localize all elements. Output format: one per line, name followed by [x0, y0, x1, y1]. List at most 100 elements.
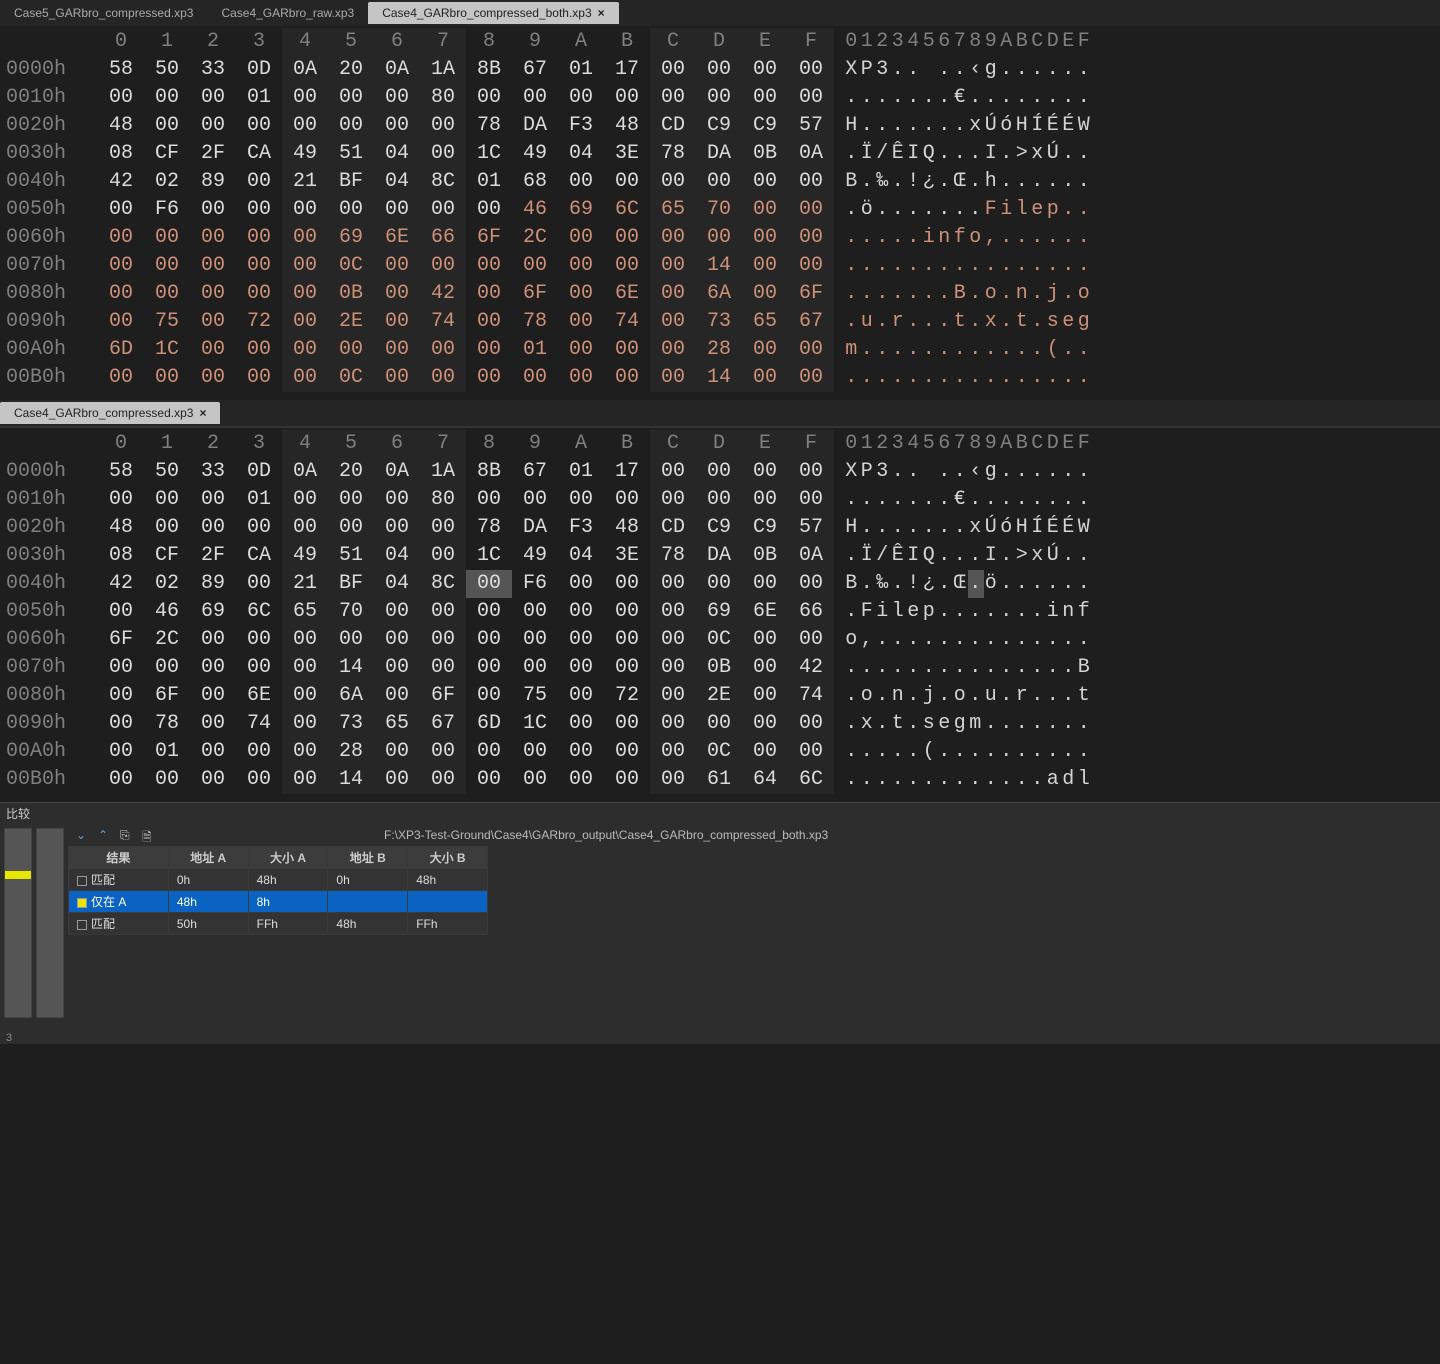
ascii-char[interactable]: . — [844, 738, 860, 766]
ascii-char[interactable]: d — [1061, 766, 1077, 794]
ascii-char[interactable]: . — [953, 112, 969, 140]
ascii-char[interactable]: . — [860, 514, 876, 542]
hex-byte[interactable]: 00 — [420, 364, 466, 392]
hex-byte[interactable]: 00 — [558, 252, 604, 280]
ascii-char[interactable]: . — [999, 84, 1015, 112]
hex-byte[interactable]: 00 — [374, 514, 420, 542]
ascii-char[interactable]: . — [875, 654, 891, 682]
ascii-char[interactable]: . — [999, 308, 1015, 336]
hex-byte[interactable]: 00 — [374, 336, 420, 364]
hex-byte[interactable]: 00 — [788, 486, 834, 514]
ascii-char[interactable]: . — [953, 364, 969, 392]
hex-byte[interactable]: 00 — [604, 570, 650, 598]
ascii-char[interactable]: . — [1030, 486, 1046, 514]
hex-byte[interactable]: 1C — [466, 140, 512, 168]
tab[interactable]: Case4_GARbro_compressed_both.xp3× — [368, 2, 618, 24]
hex-byte[interactable]: 00 — [512, 626, 558, 654]
hex-byte[interactable]: 57 — [788, 514, 834, 542]
ascii-char[interactable]: . — [875, 710, 891, 738]
hex-byte[interactable]: 00 — [328, 514, 374, 542]
hex-byte[interactable]: 74 — [788, 682, 834, 710]
hex-byte[interactable]: 00 — [558, 336, 604, 364]
compare-col-header[interactable]: 地址 B — [328, 847, 408, 869]
ascii-char[interactable]: x — [984, 308, 1000, 336]
hex-byte[interactable]: 42 — [98, 168, 144, 196]
ascii-char[interactable]: . — [1077, 710, 1093, 738]
hex-byte[interactable]: 69 — [696, 598, 742, 626]
ascii-char[interactable]: . — [844, 598, 860, 626]
ascii-char[interactable]: . — [1046, 682, 1062, 710]
hex-byte[interactable]: 48 — [604, 112, 650, 140]
ascii-char[interactable]: É — [1061, 112, 1077, 140]
ascii-char[interactable]: . — [937, 458, 953, 486]
hex-byte[interactable]: 65 — [282, 598, 328, 626]
hex-byte[interactable]: 00 — [374, 598, 420, 626]
hex-byte[interactable]: 6A — [328, 682, 374, 710]
ascii-char[interactable]: . — [1077, 196, 1093, 224]
ascii-char[interactable]: I — [984, 140, 1000, 168]
ascii-char[interactable]: . — [1061, 682, 1077, 710]
hex-byte[interactable]: 20 — [328, 458, 374, 486]
hex-byte[interactable]: 70 — [696, 196, 742, 224]
ascii-char[interactable]: . — [968, 486, 984, 514]
hex-byte[interactable]: 00 — [98, 738, 144, 766]
hex-byte[interactable]: 00 — [604, 766, 650, 794]
hex-byte[interactable]: 00 — [604, 364, 650, 392]
hex-byte[interactable]: 04 — [558, 542, 604, 570]
hex-byte[interactable]: 00 — [650, 626, 696, 654]
hex-byte[interactable]: 00 — [604, 654, 650, 682]
hex-byte[interactable]: 00 — [98, 224, 144, 252]
hex-row[interactable]: 0000h5850330D0A200A1A8B67011700000000XP3… — [6, 458, 1434, 486]
ascii-char[interactable]: . — [953, 458, 969, 486]
ascii-char[interactable]: . — [999, 280, 1015, 308]
hex-byte[interactable]: 67 — [420, 710, 466, 738]
ascii-char[interactable]: e — [937, 710, 953, 738]
hex-byte[interactable]: 00 — [236, 654, 282, 682]
hex-byte[interactable]: 00 — [328, 626, 374, 654]
ascii-char[interactable]: . — [906, 308, 922, 336]
hex-byte[interactable]: 6C — [604, 196, 650, 224]
hex-byte[interactable]: 6A — [696, 280, 742, 308]
ascii-char[interactable]: . — [1015, 56, 1031, 84]
ascii-char[interactable]: . — [968, 542, 984, 570]
hex-byte[interactable]: 00 — [236, 364, 282, 392]
ascii-char[interactable]: H — [1015, 514, 1031, 542]
ascii-char[interactable]: . — [968, 308, 984, 336]
hex-byte[interactable]: 33 — [190, 56, 236, 84]
expand-icon[interactable]: ⌃ — [98, 828, 112, 842]
hex-byte[interactable]: 00 — [742, 84, 788, 112]
ascii-char[interactable]: . — [1030, 654, 1046, 682]
hex-byte[interactable]: 00 — [512, 486, 558, 514]
ascii-char[interactable]: . — [937, 626, 953, 654]
ascii-char[interactable]: . — [844, 654, 860, 682]
ascii-char[interactable]: Ú — [1046, 542, 1062, 570]
ascii-char[interactable]: F — [984, 196, 1000, 224]
hex-byte[interactable]: 00 — [282, 654, 328, 682]
hex-byte[interactable]: 2C — [144, 626, 190, 654]
hex-byte[interactable]: 00 — [650, 168, 696, 196]
hex-byte[interactable]: 00 — [558, 626, 604, 654]
hex-byte[interactable]: 48 — [604, 514, 650, 542]
hex-byte[interactable]: 01 — [144, 738, 190, 766]
hex-byte[interactable]: 00 — [374, 766, 420, 794]
ascii-char[interactable]: . — [906, 336, 922, 364]
ascii-char[interactable]: ‹ — [968, 56, 984, 84]
ascii-char[interactable]: B — [1077, 654, 1093, 682]
ascii-char[interactable]: . — [906, 514, 922, 542]
ascii-char[interactable]: . — [999, 598, 1015, 626]
hex-byte[interactable]: 8B — [466, 56, 512, 84]
ascii-char[interactable]: s — [1046, 308, 1062, 336]
hex-byte[interactable]: 00 — [788, 196, 834, 224]
hex-byte[interactable]: 00 — [788, 84, 834, 112]
hex-byte[interactable]: 00 — [374, 364, 420, 392]
hex-byte[interactable]: 00 — [696, 84, 742, 112]
hex-byte[interactable]: 00 — [558, 224, 604, 252]
hex-row[interactable]: 00B0h0000000000140000000000000061646C...… — [6, 766, 1434, 794]
hex-byte[interactable]: 65 — [650, 196, 696, 224]
hex-byte[interactable]: 00 — [236, 626, 282, 654]
hex-byte[interactable]: 6E — [742, 598, 788, 626]
hex-byte[interactable]: 00 — [650, 710, 696, 738]
hex-byte[interactable]: 00 — [650, 486, 696, 514]
hex-byte[interactable]: 00 — [558, 598, 604, 626]
ascii-char[interactable]: . — [875, 738, 891, 766]
